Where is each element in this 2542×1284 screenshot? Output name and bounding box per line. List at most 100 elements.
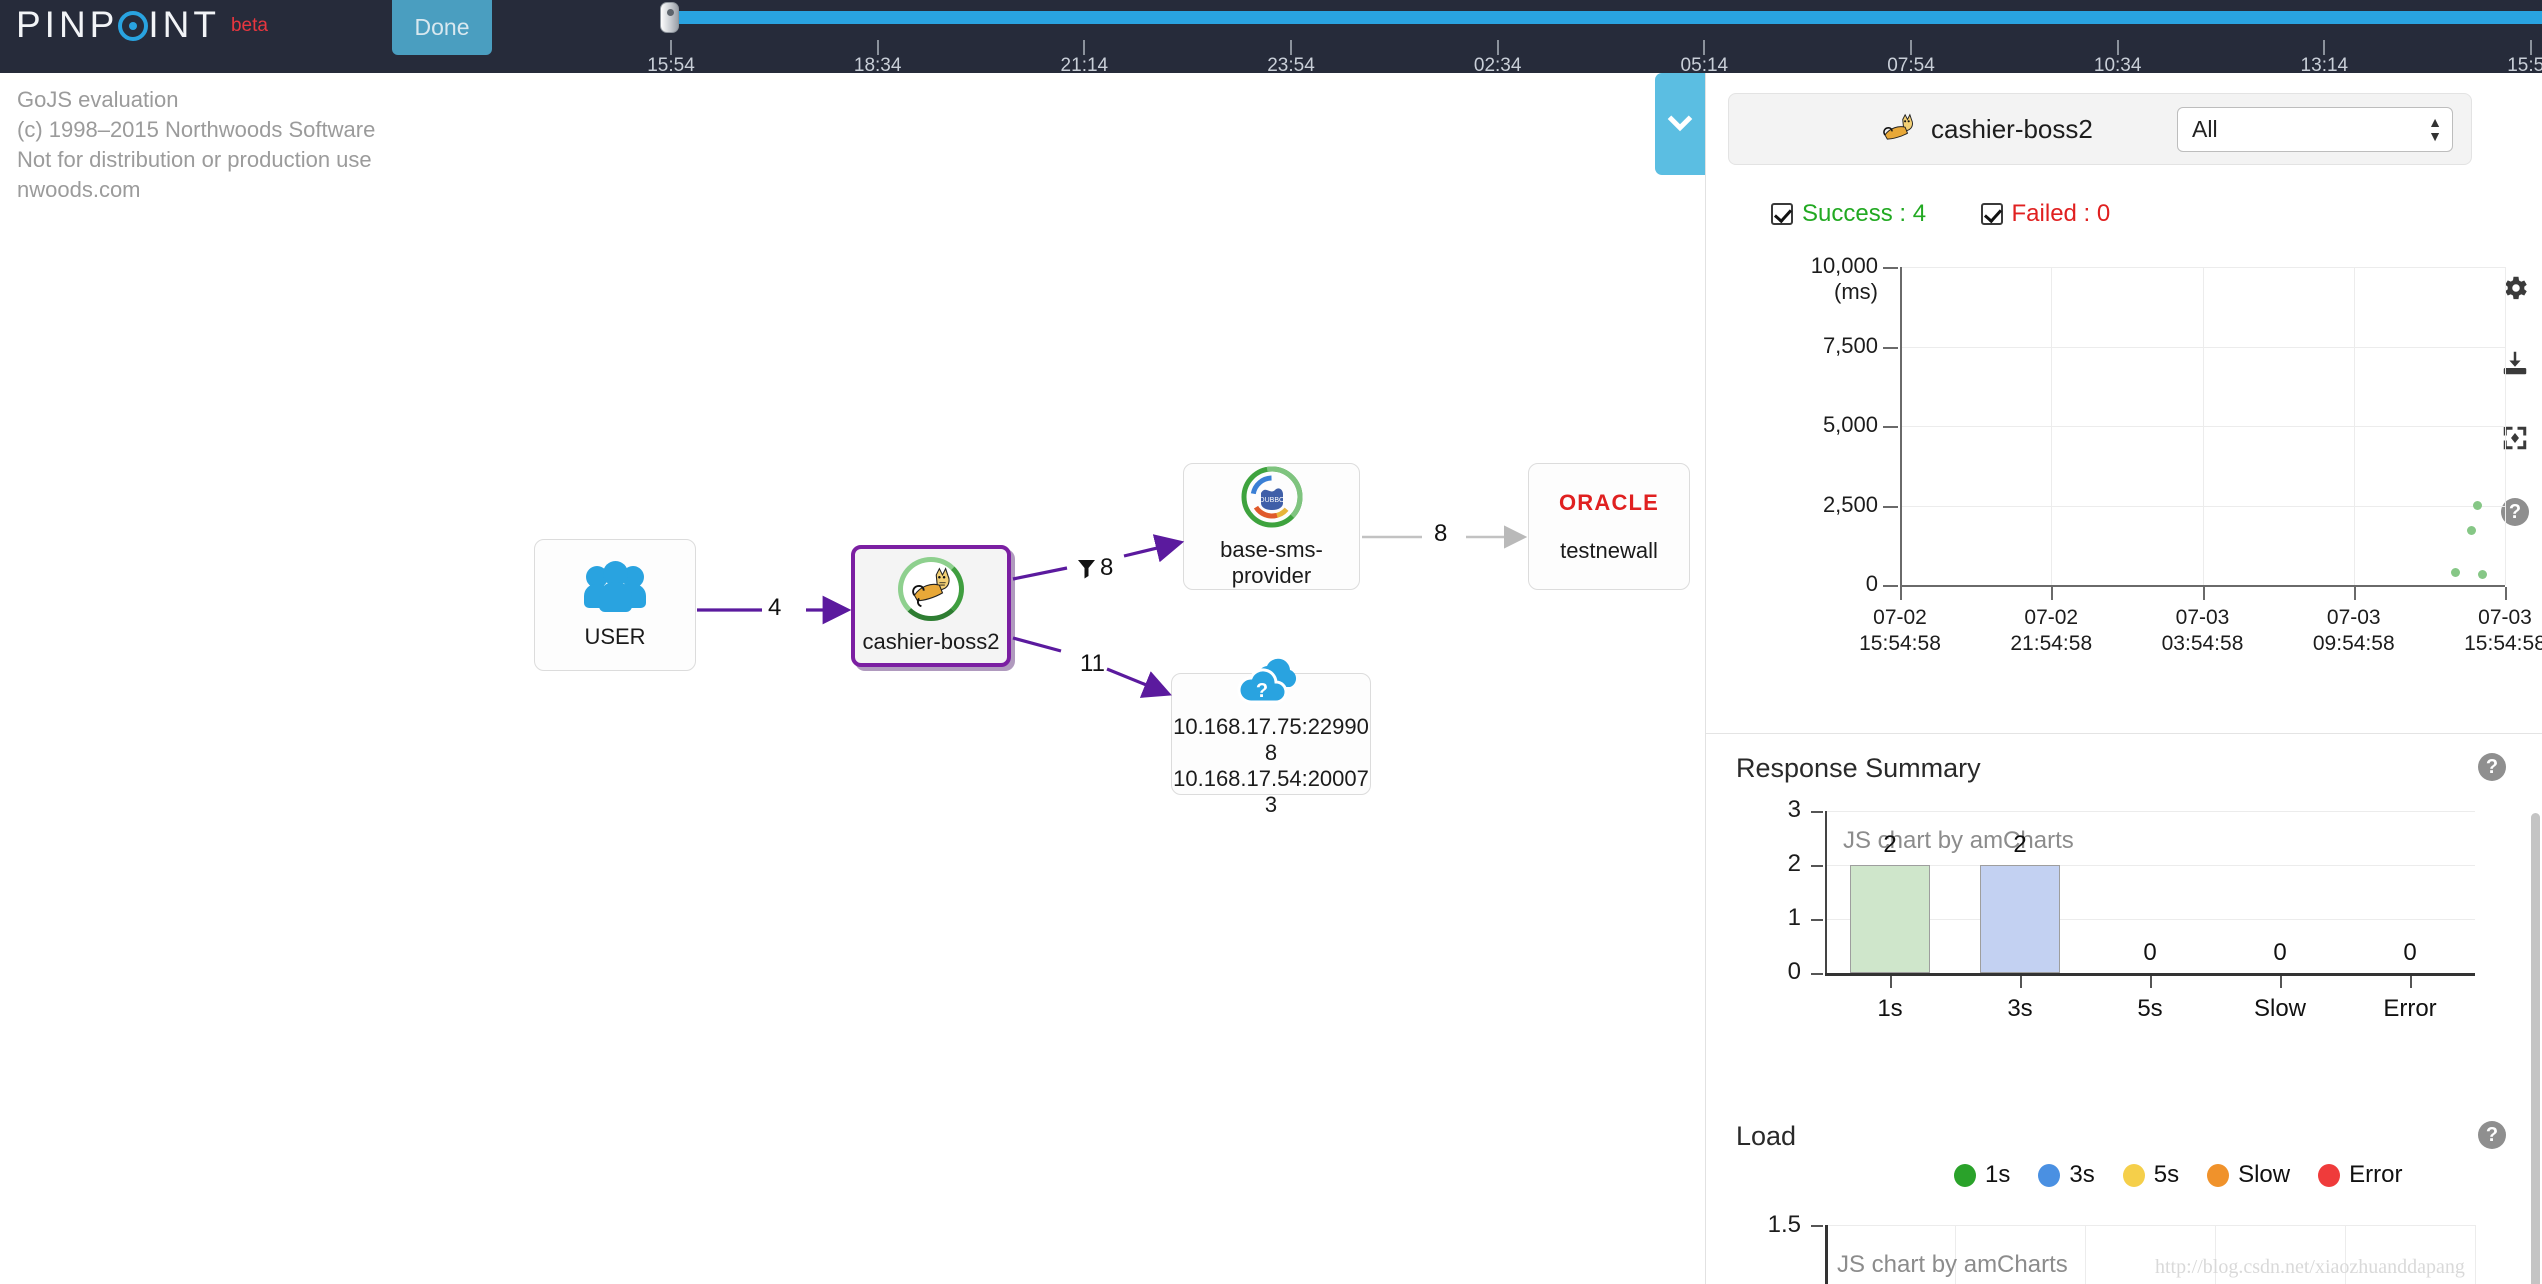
edge-label-cashier-sms-value: 8: [1100, 554, 1114, 581]
panel-collapse-toggle[interactable]: [1655, 73, 1705, 175]
svg-text:DUBBO: DUBBO: [1259, 497, 1284, 504]
gridline: [2505, 267, 2506, 585]
edge-label-sms-oracle: 8: [1434, 520, 1448, 547]
amcharts-credit: JS chart by amCharts: [1843, 827, 2074, 854]
edge-label-user-cashier: 4: [768, 594, 782, 621]
bar-y-tick: 1: [1787, 904, 1801, 931]
gridline: [2353, 267, 2355, 585]
load-legend-item[interactable]: 3s: [2038, 1161, 2095, 1189]
filter-success[interactable]: Success : 4: [1771, 200, 1926, 228]
bar-y-tickmark: [1811, 919, 1823, 921]
status-filters: Success : 4 Failed : 0: [1771, 200, 2160, 230]
scatter-x-tick: 07-02 21:54:58: [2010, 605, 2092, 657]
load-legend-item[interactable]: 5s: [2122, 1161, 2179, 1189]
timeline-track[interactable]: [668, 11, 2542, 24]
spinner-arrows-icon: ▲ ▼: [2428, 114, 2442, 144]
scatter-x-tick-line: 07-03: [2326, 606, 2381, 629]
filter-failed[interactable]: Failed : 0: [1980, 200, 2111, 228]
scatter-x-tickmark: [1900, 587, 1902, 600]
gridline: [2051, 267, 2053, 585]
node-unknown-line2: 10.168.17.54:20007 3: [1173, 766, 1369, 817]
top-bar: PINP INT beta Done 15:54 18:34 21:14 23:54 02…: [0, 0, 2542, 76]
legend-color-dot: [2122, 1163, 2145, 1187]
users-icon: [582, 560, 648, 612]
scatter-x-tick-line: 21:54:58: [2010, 632, 2093, 655]
response-summary-chart[interactable]: 0 1 2 3 JS chart by amCharts 2 1s 2 3s 0 5s 0 Slow 0 E…: [1715, 793, 2515, 1023]
timeline-tick: [1083, 40, 1086, 55]
edge-label-cashier-sms: 8: [1077, 554, 1113, 582]
detail-panel: cashier-boss2 All ▲ ▼ ? Success : 4 Fail…: [1705, 73, 2542, 1284]
load-legend-item[interactable]: 1s: [1954, 1161, 2010, 1189]
scatter-y-tick: 0: [1865, 571, 1878, 596]
timeline-tick: [1496, 40, 1499, 55]
load-legend: 1s 3s 5s Slow Error: [1954, 1161, 2430, 1192]
load-legend-item[interactable]: Slow: [2207, 1161, 2290, 1189]
scatter-x-tick-line: 09:54:58: [2312, 632, 2395, 655]
timeline-tick: [876, 40, 879, 55]
bar-value-label: 0: [2403, 939, 2417, 966]
bar-value-label: 2: [1883, 831, 1897, 858]
watermark-line-2: Not for distribution or production use: [17, 147, 372, 172]
node-cashier-boss2[interactable]: cashier-boss2: [851, 545, 1011, 667]
panel-scrollbar[interactable]: [2531, 813, 2540, 1284]
node-cashier-boss2-label: cashier-boss2: [862, 629, 1000, 654]
timeline-handle-left[interactable]: [660, 2, 679, 33]
response-scatter-chart[interactable]: 10,000 7,500 5,000 2,500 0 (ms) 07-02 15:54:58 0…: [1715, 253, 2542, 685]
scatter-y-tick: 5,000: [1822, 412, 1878, 437]
timeline-tick: [2530, 40, 2532, 55]
gridline: [2202, 267, 2204, 585]
gridline: [1825, 1225, 2475, 1226]
agent-select[interactable]: All ▲ ▼: [2177, 107, 2453, 152]
gridline: [1825, 811, 2475, 812]
selected-node-name: cashier-boss2: [1931, 113, 2093, 144]
node-testnewall[interactable]: ORACLE testnewall: [1528, 463, 1690, 590]
bar[interactable]: [1979, 865, 2061, 973]
edge-label-cashier-unknown: 11: [1080, 650, 1105, 677]
load-legend-item[interactable]: Error: [2318, 1161, 2402, 1189]
bar-category-label: 1s: [1877, 995, 1903, 1022]
source-watermark-url: http://blog.csdn.net/xiaozhuanddapang: [2155, 1256, 2465, 1278]
scatter-y-tick: 7,500: [1822, 332, 1878, 358]
timeline-tick: [2116, 40, 2119, 55]
logo-target-icon: [118, 11, 149, 41]
filter-failed-label: Failed : 0: [2011, 200, 2111, 227]
load-title: Load: [1736, 1121, 1797, 1151]
gojs-watermark: GoJS evaluation (c) 1998–2015 Northwoods…: [17, 85, 375, 205]
amcharts-credit: JS chart by amCharts: [1837, 1251, 2068, 1278]
bar[interactable]: [1849, 865, 1931, 973]
app-logo: PINP INT beta: [16, 6, 268, 43]
response-summary-help-icon[interactable]: ?: [2478, 753, 2506, 781]
done-button[interactable]: Done: [392, 0, 492, 55]
node-base-sms-provider[interactable]: DUBBO base-sms-provider: [1183, 463, 1360, 590]
node-unknown-cloud[interactable]: ? 10.168.17.75:22990 8 10.168.17.54:2000…: [1171, 658, 1371, 817]
node-user-label: USER: [584, 624, 646, 649]
unknown-cloud-icon: ?: [1232, 650, 1310, 706]
servicemap-canvas[interactable]: GoJS evaluation (c) 1998–2015 Northwoods…: [0, 73, 1705, 1284]
legend-label: Slow: [2238, 1161, 2291, 1188]
scatter-y-tickmark: [1883, 505, 1898, 508]
filter-failed-checkbox[interactable]: [1980, 203, 2003, 225]
bar-y-tick: 2: [1787, 850, 1801, 877]
timeline-tick: [2323, 40, 2326, 55]
bar-y-axis: [1825, 811, 1827, 973]
scatter-point[interactable]: [2477, 570, 2487, 579]
node-base-sms-provider-label: base-sms-provider: [1220, 536, 1323, 588]
load-help-icon[interactable]: ?: [2478, 1121, 2506, 1149]
selected-node-header: cashier-boss2 All ▲ ▼: [1728, 93, 2472, 165]
scatter-x-tick-line: 07-02: [2024, 606, 2079, 629]
scatter-x-tick: 07-03 09:54:58: [2313, 605, 2395, 657]
scatter-x-tick-line: 07-02: [1873, 606, 1927, 629]
edges-layer: [697, 525, 1528, 698]
scatter-point[interactable]: [2450, 567, 2460, 577]
scatter-x-tick: 07-03 15:54:58: [2464, 605, 2542, 657]
node-user[interactable]: USER: [534, 539, 696, 671]
load-y-tick: 1.5: [1767, 1211, 1801, 1238]
beta-tag: beta: [230, 15, 268, 36]
time-range-slider[interactable]: 15:54 18:34 21:14 23:54 02:34 05:14 07:54 10:34…: [530, 0, 2542, 76]
watermark-line-1: (c) 1998–2015 Northwoods Software: [17, 117, 376, 142]
filter-success-checkbox[interactable]: [1771, 203, 1793, 225]
scatter-y-tickmark: [1883, 346, 1898, 349]
bar-y-tickmark: [1811, 865, 1823, 867]
bar-value-label: 2: [2013, 831, 2027, 858]
logo-text: PINP INT: [16, 4, 220, 45]
